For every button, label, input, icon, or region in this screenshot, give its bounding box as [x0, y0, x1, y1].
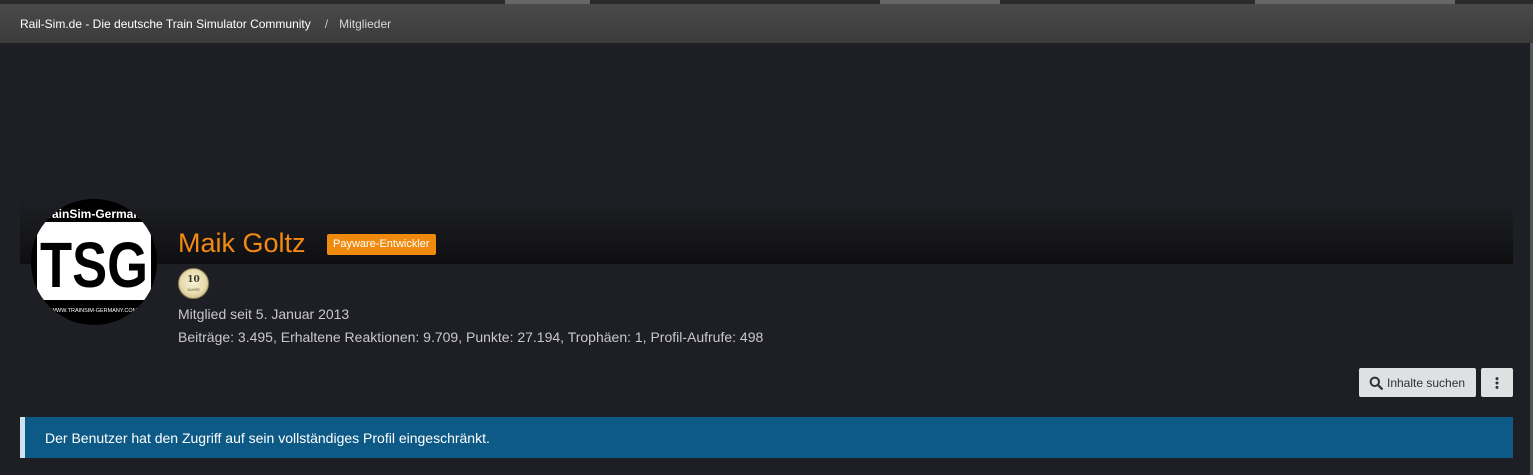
restricted-profile-notice: Der Benutzer hat den Zugriff auf sein vo…	[20, 417, 1513, 458]
ellipsis-vertical-icon	[1495, 376, 1499, 389]
trophy-number: 10	[187, 275, 200, 285]
search-content-button[interactable]: Inhalte suchen	[1359, 368, 1476, 397]
breadcrumb: Rail-Sim.de - Die deutsche Train Simulat…	[0, 4, 1533, 43]
breadcrumb-item-members[interactable]: Mitglieder	[339, 17, 391, 31]
search-icon	[1369, 376, 1383, 390]
search-content-label: Inhalte suchen	[1387, 375, 1466, 390]
trophy-subtext: JAHRE	[186, 287, 201, 292]
member-since: Mitglied seit 5. Januar 2013	[178, 306, 350, 322]
notice-text: Der Benutzer hat den Zugriff auf sein vo…	[45, 429, 490, 446]
breadcrumb-separator: /	[324, 16, 329, 31]
breadcrumb-item-home[interactable]: Rail-Sim.de - Die deutsche Train Simulat…	[20, 17, 311, 31]
profile-username[interactable]: Maik Goltz	[178, 228, 306, 259]
trophy-icon[interactable]: 10 JAHRE	[178, 268, 209, 299]
avatar-logo-text: TSG	[40, 229, 148, 301]
avatar[interactable]: TrainSim-Germany TSG WWW.TRAINSIM-GERMAN…	[31, 199, 157, 325]
user-title-badge: Payware-Entwickler	[327, 234, 436, 255]
more-options-button[interactable]	[1481, 368, 1513, 397]
profile-stats: Beiträge: 3.495, Erhaltene Reaktionen: 9…	[178, 329, 764, 345]
avatar-bottom-text: WWW.TRAINSIM-GERMANY.COM	[51, 308, 138, 314]
